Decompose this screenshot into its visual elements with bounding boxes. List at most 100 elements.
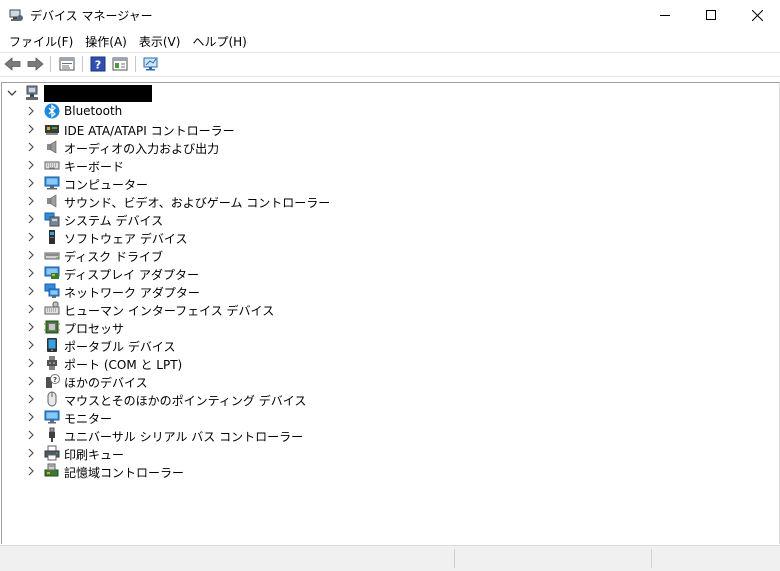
tree-category-item[interactable]: ヒューマン インターフェイス デバイス bbox=[2, 300, 762, 318]
scan-hardware-button[interactable] bbox=[142, 55, 160, 73]
properties-button[interactable] bbox=[58, 55, 76, 73]
tree-category-label: プロセッサ bbox=[64, 322, 125, 336]
title-bar[interactable]: デバイス マネージャー bbox=[0, 0, 780, 30]
chevron-down-icon[interactable] bbox=[7, 88, 17, 98]
disk-drive-icon bbox=[44, 252, 60, 260]
tree-category-label: ネットワーク アダプター bbox=[64, 286, 200, 300]
chevron-right-icon[interactable] bbox=[26, 214, 36, 224]
tree-category-item[interactable]: ポート (COM と LPT) bbox=[2, 354, 762, 372]
ide-controller-icon bbox=[45, 125, 59, 135]
tree-category-item[interactable]: ソフトウェア デバイス bbox=[2, 228, 762, 246]
chevron-right-icon[interactable] bbox=[26, 448, 36, 458]
tree-category-item[interactable]: ディスプレイ アダプター bbox=[2, 264, 762, 282]
chevron-right-icon[interactable] bbox=[26, 322, 36, 332]
close-button[interactable] bbox=[734, 0, 780, 30]
monitor-icon bbox=[44, 410, 60, 424]
back-button[interactable] bbox=[4, 55, 22, 73]
tree-category-label: サウンド、ビデオ、およびゲーム コントローラー bbox=[64, 196, 331, 210]
tree-category-item[interactable]: ? ほかのデバイス bbox=[2, 372, 762, 390]
tree-category-item[interactable]: ユニバーサル シリアル バス コントローラー bbox=[2, 426, 762, 444]
chevron-right-icon[interactable] bbox=[26, 124, 36, 134]
chevron-right-icon[interactable] bbox=[26, 142, 36, 152]
toolbar-separator bbox=[82, 56, 83, 72]
network-adapter-icon bbox=[44, 283, 60, 298]
chevron-right-icon[interactable] bbox=[26, 376, 36, 386]
tree-category-item[interactable]: Bluetooth bbox=[2, 102, 762, 120]
window-title: デバイス マネージャー bbox=[30, 9, 153, 23]
device-tree[interactable]: Bluetooth IDE ATA/ATAPI コントローラー オーディオの入力およ… bbox=[1, 82, 780, 544]
status-divider bbox=[454, 549, 455, 568]
tree-category-item[interactable]: 印刷キュー bbox=[2, 444, 762, 462]
chevron-right-icon[interactable] bbox=[26, 340, 36, 350]
close-icon bbox=[751, 9, 763, 21]
tree-category-label: モニター bbox=[64, 412, 113, 426]
tree-category-label: ディスク ドライブ bbox=[64, 250, 163, 264]
chevron-right-icon[interactable] bbox=[26, 304, 36, 314]
tree-category-label: IDE ATA/ATAPI コントローラー bbox=[64, 124, 235, 138]
chevron-right-icon[interactable] bbox=[26, 268, 36, 278]
port-icon bbox=[47, 356, 57, 370]
tree-category-item[interactable]: マウスとそのほかのポインティング デバイス bbox=[2, 390, 762, 408]
tree-category-label: ユニバーサル シリアル バス コントローラー bbox=[64, 430, 304, 444]
chevron-right-icon[interactable] bbox=[26, 466, 36, 476]
tree-category-item[interactable]: IDE ATA/ATAPI コントローラー bbox=[2, 120, 762, 138]
tree-root-node[interactable] bbox=[2, 84, 762, 102]
forward-button[interactable] bbox=[26, 55, 44, 73]
menu-view[interactable]: 表示(V) bbox=[139, 33, 181, 50]
hid-icon bbox=[44, 301, 60, 315]
tree-category-label: ほかのデバイス bbox=[64, 376, 148, 390]
printer-icon bbox=[44, 445, 60, 461]
tree-category-label: 印刷キュー bbox=[64, 448, 125, 462]
tree-category-label: ヒューマン インターフェイス デバイス bbox=[64, 304, 275, 318]
chevron-right-icon[interactable] bbox=[26, 178, 36, 188]
tree-category-item[interactable]: ディスク ドライブ bbox=[2, 246, 762, 264]
tree-category-label: マウスとそのほかのポインティング デバイス bbox=[64, 394, 307, 408]
minimize-button[interactable] bbox=[642, 0, 688, 30]
tree-category-item[interactable]: コンピューター bbox=[2, 174, 762, 192]
menu-file[interactable]: ファイル(F) bbox=[9, 33, 73, 50]
menu-help[interactable]: ヘルプ(H) bbox=[192, 33, 246, 50]
chevron-right-icon[interactable] bbox=[26, 250, 36, 260]
show-hide-console-tree-icon bbox=[112, 57, 128, 71]
tree-category-label: ディスプレイ アダプター bbox=[64, 268, 199, 282]
chevron-right-icon[interactable] bbox=[26, 232, 36, 242]
chevron-right-icon[interactable] bbox=[26, 412, 36, 422]
chevron-right-icon[interactable] bbox=[26, 196, 36, 206]
status-divider bbox=[651, 549, 652, 568]
tree-category-item[interactable]: ネットワーク アダプター bbox=[2, 282, 762, 300]
chevron-right-icon[interactable] bbox=[26, 160, 36, 170]
maximize-icon bbox=[706, 10, 716, 20]
device-manager-app-icon bbox=[8, 7, 24, 23]
forward-arrow-icon bbox=[27, 57, 44, 71]
chevron-right-icon[interactable] bbox=[26, 394, 36, 404]
chevron-right-icon[interactable] bbox=[26, 430, 36, 440]
maximize-button[interactable] bbox=[688, 0, 734, 30]
tree-category-item[interactable]: 記憶域コントローラー bbox=[2, 462, 762, 480]
tree-category-item[interactable]: サウンド、ビデオ、およびゲーム コントローラー bbox=[2, 192, 762, 210]
chevron-right-icon[interactable] bbox=[26, 358, 36, 368]
tree-category-label: コンピューター bbox=[64, 178, 149, 192]
tree-category-label: オーディオの入力および出力 bbox=[64, 142, 220, 156]
show-hide-tree-button[interactable] bbox=[111, 55, 129, 73]
tree-category-item[interactable]: オーディオの入力および出力 bbox=[2, 138, 762, 156]
storage-controller-icon bbox=[44, 463, 59, 477]
help-icon: ? bbox=[90, 56, 106, 72]
display-adapter-icon bbox=[44, 266, 60, 279]
chevron-right-icon[interactable] bbox=[26, 286, 36, 296]
tree-category-item[interactable]: モニター bbox=[2, 408, 762, 426]
help-button[interactable]: ? bbox=[89, 55, 107, 73]
properties-icon bbox=[59, 57, 75, 71]
tree-category-label: システム デバイス bbox=[64, 214, 164, 228]
usb-icon bbox=[49, 427, 55, 442]
portable-device-icon bbox=[47, 338, 57, 352]
tree-category-label: Bluetooth bbox=[64, 104, 123, 118]
computer-root-icon bbox=[26, 85, 38, 100]
tree-category-item[interactable]: キーボード bbox=[2, 156, 762, 174]
other-device-icon: ? bbox=[46, 374, 60, 388]
toolbar-separator bbox=[135, 56, 136, 72]
menu-action[interactable]: 操作(A) bbox=[85, 33, 127, 50]
tree-category-item[interactable]: システム デバイス bbox=[2, 210, 762, 228]
tree-category-item[interactable]: ポータブル デバイス bbox=[2, 336, 762, 354]
tree-category-item[interactable]: プロセッサ bbox=[2, 318, 762, 336]
chevron-right-icon[interactable] bbox=[26, 106, 36, 116]
